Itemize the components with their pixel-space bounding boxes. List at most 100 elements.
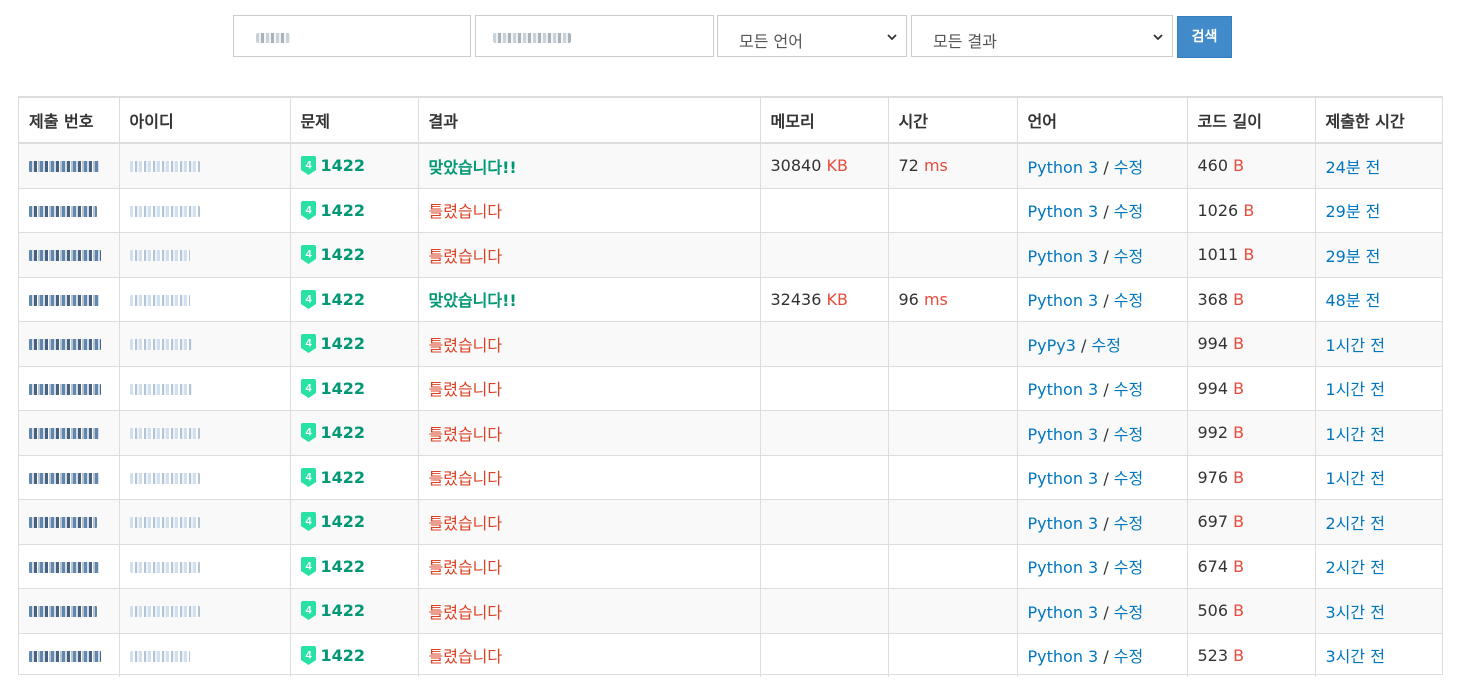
problem-cell[interactable]: 4 1422	[290, 633, 419, 677]
user-id-input[interactable]	[233, 15, 471, 57]
submitted-time-link[interactable]: 48분 전	[1326, 291, 1381, 310]
language-link[interactable]: Python 3	[1028, 647, 1099, 666]
edit-link[interactable]: 수정	[1114, 158, 1143, 177]
user-id-cell[interactable]	[119, 410, 291, 456]
submission-id-cell[interactable]	[19, 544, 120, 589]
user-id-cell[interactable]	[119, 232, 291, 278]
user-id-cell[interactable]	[119, 499, 291, 545]
code-length-cell: 1026 B	[1187, 188, 1316, 233]
language-link[interactable]: Python 3	[1028, 158, 1099, 177]
edit-link[interactable]: 수정	[1114, 514, 1143, 533]
problem-link[interactable]: 1422	[321, 512, 366, 531]
submission-id-cell[interactable]	[19, 366, 120, 411]
language-link[interactable]: Python 3	[1028, 425, 1099, 444]
submitted-time-link[interactable]: 1시간 전	[1326, 425, 1385, 444]
code-length-unit: B	[1233, 423, 1245, 443]
problem-link[interactable]: 1422	[321, 290, 366, 309]
submitted-time-link[interactable]: 1시간 전	[1326, 469, 1385, 488]
edit-link[interactable]: 수정	[1114, 202, 1143, 221]
result-cell: 틀렸습니다	[418, 633, 761, 677]
language-link[interactable]: Python 3	[1028, 380, 1099, 399]
user-id-cell[interactable]	[119, 633, 291, 677]
problem-cell[interactable]: 4 1422	[290, 232, 419, 278]
submitted-time-link[interactable]: 1시간 전	[1326, 380, 1385, 399]
submitted-time-link[interactable]: 1시간 전	[1326, 336, 1385, 355]
problem-link[interactable]: 1422	[321, 646, 366, 665]
problem-id-input[interactable]	[475, 15, 714, 57]
submission-id-cell[interactable]	[19, 143, 120, 189]
user-id-cell[interactable]	[119, 588, 291, 634]
problem-link[interactable]: 1422	[321, 601, 366, 620]
edit-link[interactable]: 수정	[1114, 247, 1143, 266]
language-link[interactable]: Python 3	[1028, 469, 1099, 488]
edit-link[interactable]: 수정	[1114, 558, 1143, 577]
language-link[interactable]: Python 3	[1028, 558, 1099, 577]
language-select[interactable]: 모든 언어	[717, 15, 907, 57]
problem-cell[interactable]: 4 1422	[290, 366, 419, 411]
problem-cell[interactable]: 4 1422	[290, 455, 419, 500]
problem-cell[interactable]: 4 1422	[290, 188, 419, 233]
memory-cell	[760, 321, 889, 367]
user-id-cell[interactable]	[119, 143, 291, 189]
code-length-cell: 460 B	[1187, 143, 1316, 189]
user-id-cell[interactable]	[119, 321, 291, 367]
submitted-time-link[interactable]: 2시간 전	[1326, 514, 1385, 533]
search-button[interactable]: 검색	[1177, 16, 1232, 58]
problem-cell[interactable]: 4 1422	[290, 588, 419, 634]
language-link[interactable]: Python 3	[1028, 514, 1099, 533]
user-id-cell[interactable]	[119, 366, 291, 411]
submission-id-cell[interactable]	[19, 588, 120, 634]
problem-link[interactable]: 1422	[321, 156, 366, 175]
submission-id-cell[interactable]	[19, 232, 120, 278]
submission-id-cell[interactable]	[19, 633, 120, 677]
edit-link[interactable]: 수정	[1114, 603, 1143, 622]
submission-id-cell[interactable]	[19, 277, 120, 322]
user-id-cell[interactable]	[119, 277, 291, 322]
problem-cell[interactable]: 4 1422	[290, 499, 419, 545]
language-link[interactable]: Python 3	[1028, 603, 1099, 622]
submitted-time-link[interactable]: 24분 전	[1326, 158, 1381, 177]
code-length-cell: 523 B	[1187, 633, 1316, 677]
problem-link[interactable]: 1422	[321, 334, 366, 353]
submission-id-cell[interactable]	[19, 455, 120, 500]
separator: /	[1098, 602, 1114, 622]
submitted-time-cell: 1시간 전	[1315, 321, 1442, 367]
submitted-time-link[interactable]: 29분 전	[1326, 247, 1381, 266]
user-id-cell[interactable]	[119, 188, 291, 233]
submitted-time-link[interactable]: 3시간 전	[1326, 647, 1385, 666]
problem-cell[interactable]: 4 1422	[290, 410, 419, 456]
submitted-time-link[interactable]: 3시간 전	[1326, 603, 1385, 622]
problem-cell[interactable]: 4 1422	[290, 277, 419, 322]
submission-id-cell[interactable]	[19, 188, 120, 233]
edit-link[interactable]: 수정	[1114, 647, 1143, 666]
user-id-cell[interactable]	[119, 544, 291, 589]
result-text: 맞았습니다!!	[428, 157, 517, 177]
user-id-cell[interactable]	[119, 455, 291, 500]
language-link[interactable]: Python 3	[1028, 291, 1099, 310]
submitted-time-link[interactable]: 2시간 전	[1326, 558, 1385, 577]
problem-link[interactable]: 1422	[321, 245, 366, 264]
problem-cell[interactable]: 4 1422	[290, 143, 419, 189]
language-link[interactable]: Python 3	[1028, 247, 1099, 266]
problem-cell[interactable]: 4 1422	[290, 544, 419, 589]
problem-link[interactable]: 1422	[321, 379, 366, 398]
edit-link[interactable]: 수정	[1091, 336, 1120, 355]
problem-link[interactable]: 1422	[321, 423, 366, 442]
problem-cell[interactable]: 4 1422	[290, 321, 419, 367]
submission-id-cell[interactable]	[19, 410, 120, 456]
submitted-time-link[interactable]: 29분 전	[1326, 202, 1381, 221]
edit-link[interactable]: 수정	[1114, 469, 1143, 488]
language-link[interactable]: Python 3	[1028, 202, 1099, 221]
table-row: 4 1422 틀렸습니다 Python 3 / 수정 994 B 1시간 전	[19, 366, 1442, 411]
submission-id-cell[interactable]	[19, 499, 120, 545]
problem-link[interactable]: 1422	[321, 557, 366, 576]
edit-link[interactable]: 수정	[1114, 425, 1143, 444]
language-link[interactable]: PyPy3	[1028, 336, 1076, 355]
submission-id-cell[interactable]	[19, 321, 120, 367]
problem-link[interactable]: 1422	[321, 201, 366, 220]
edit-link[interactable]: 수정	[1114, 380, 1143, 399]
edit-link[interactable]: 수정	[1114, 291, 1143, 310]
problem-link[interactable]: 1422	[321, 468, 366, 487]
result-select[interactable]: 모든 결과	[911, 15, 1173, 57]
result-cell: 맞았습니다!!	[418, 143, 761, 189]
